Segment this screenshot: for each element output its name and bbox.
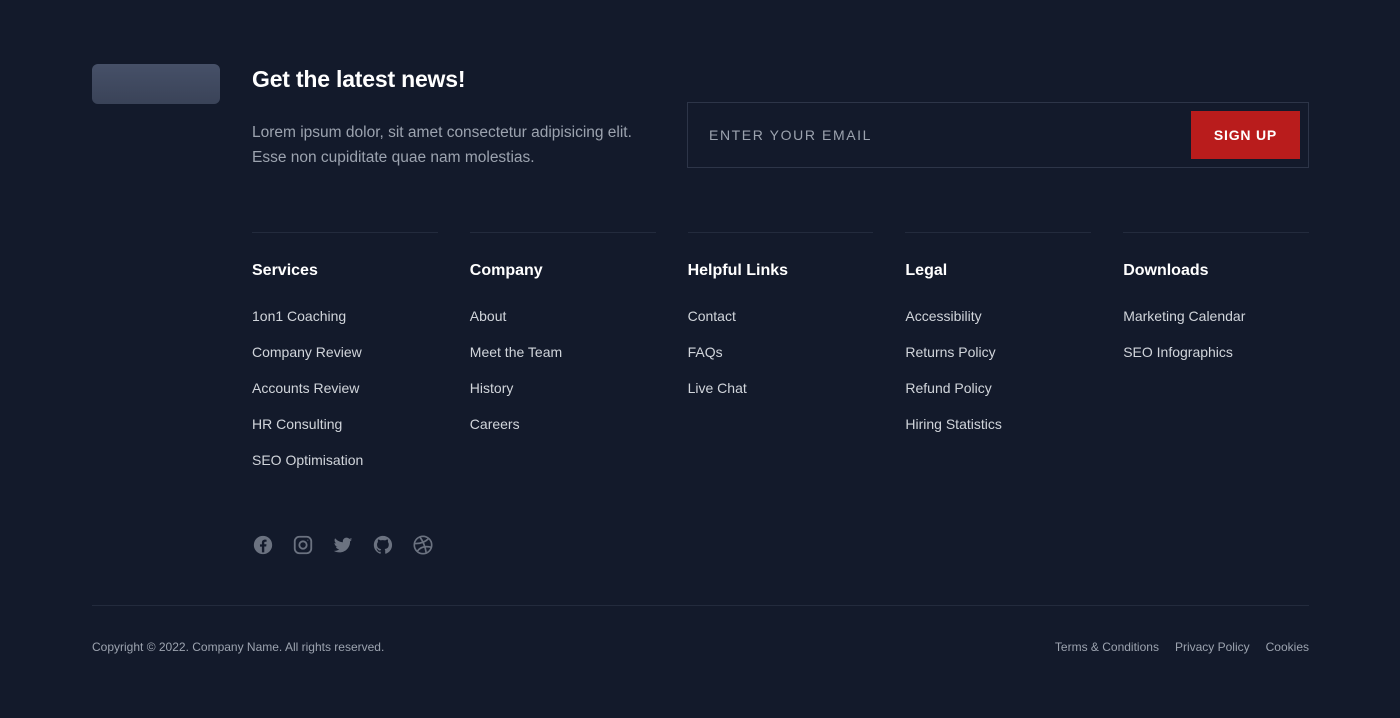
- list-item: SEO Optimisation: [252, 451, 438, 487]
- footer-column-legal: Legal Accessibility Returns Policy Refun…: [905, 232, 1092, 487]
- column-title: Downloads: [1123, 262, 1209, 279]
- footer-column-company: Company About Meet the Team History Care…: [469, 232, 656, 487]
- column-title: Legal: [905, 262, 948, 279]
- footer-link[interactable]: SEO Optimisation: [252, 452, 363, 468]
- footer-link[interactable]: Meet the Team: [470, 344, 562, 360]
- instagram-icon[interactable]: [292, 534, 314, 556]
- list-item: Hiring Statistics: [905, 415, 1091, 451]
- list-item: FAQs: [688, 343, 874, 379]
- list-item: History: [470, 379, 656, 415]
- dribbble-icon[interactable]: [412, 534, 434, 556]
- list-item: Returns Policy: [905, 343, 1091, 379]
- footer-link[interactable]: Refund Policy: [905, 380, 991, 396]
- newsletter-form: SIGN UP: [687, 102, 1309, 168]
- list-item: Meet the Team: [470, 343, 656, 379]
- column-title: Helpful Links: [687, 262, 789, 279]
- footer-link[interactable]: About: [470, 308, 507, 324]
- link-list: 1on1 Coaching Company Review Accounts Re…: [252, 307, 438, 487]
- email-input[interactable]: [688, 103, 1188, 167]
- github-icon[interactable]: [372, 534, 394, 556]
- newsletter-description: Lorem ipsum dolor, sit amet consectetur …: [252, 124, 632, 166]
- footer-link[interactable]: Marketing Calendar: [1123, 308, 1245, 324]
- terms-link[interactable]: Terms & Conditions: [1055, 640, 1159, 654]
- footer: Get the latest news! Lorem ipsum dolor, …: [0, 0, 1400, 718]
- footer-column-services: Services 1on1 Coaching Company Review Ac…: [252, 232, 438, 487]
- list-item: Accounts Review: [252, 379, 438, 415]
- link-list: Accessibility Returns Policy Refund Poli…: [905, 307, 1091, 451]
- social-links: [252, 534, 434, 556]
- list-item: Refund Policy: [905, 379, 1091, 415]
- link-list: Marketing Calendar SEO Infographics: [1123, 307, 1309, 379]
- column-title: Company: [469, 262, 543, 279]
- twitter-icon[interactable]: [332, 534, 354, 556]
- footer-link[interactable]: 1on1 Coaching: [252, 308, 346, 324]
- sign-up-button[interactable]: SIGN UP: [1191, 111, 1300, 159]
- list-item: HR Consulting: [252, 415, 438, 451]
- list-item: Accessibility: [905, 307, 1091, 343]
- link-list: Contact FAQs Live Chat: [688, 307, 874, 415]
- list-item: About: [470, 307, 656, 343]
- footer-link[interactable]: History: [470, 380, 514, 396]
- footer-link[interactable]: Returns Policy: [905, 344, 995, 360]
- list-item: SEO Infographics: [1123, 343, 1309, 379]
- copyright-text: Copyright © 2022. Company Name. All righ…: [92, 640, 385, 654]
- footer-columns: Services 1on1 Coaching Company Review Ac…: [252, 232, 1309, 487]
- footer-column-downloads: Downloads Marketing Calendar SEO Infogra…: [1123, 232, 1309, 487]
- facebook-icon[interactable]: [252, 534, 274, 556]
- footer-link[interactable]: Accessibility: [905, 308, 981, 324]
- footer-link[interactable]: Contact: [688, 308, 736, 324]
- footer-link[interactable]: FAQs: [688, 344, 723, 360]
- footer-link[interactable]: Live Chat: [688, 380, 747, 396]
- footer-link[interactable]: Hiring Statistics: [905, 416, 1001, 432]
- list-item: Marketing Calendar: [1123, 307, 1309, 343]
- privacy-policy-link[interactable]: Privacy Policy: [1175, 640, 1250, 654]
- legal-links: Terms & Conditions Privacy Policy Cookie…: [1055, 640, 1309, 654]
- list-item: Company Review: [252, 343, 438, 379]
- footer-link[interactable]: Careers: [470, 416, 520, 432]
- list-item: 1on1 Coaching: [252, 307, 438, 343]
- footer-link[interactable]: SEO Infographics: [1123, 344, 1233, 360]
- link-list: About Meet the Team History Careers: [470, 307, 656, 451]
- footer-link[interactable]: Accounts Review: [252, 380, 359, 396]
- cookies-link[interactable]: Cookies: [1266, 640, 1309, 654]
- list-item: Live Chat: [688, 379, 874, 415]
- logo[interactable]: [92, 64, 220, 104]
- newsletter-title: Get the latest news!: [252, 66, 466, 92]
- footer-link[interactable]: Company Review: [252, 344, 362, 360]
- footer-divider: [92, 605, 1309, 606]
- footer-column-helpful-links: Helpful Links Contact FAQs Live Chat: [687, 232, 874, 487]
- list-item: Careers: [470, 415, 656, 451]
- column-title: Services: [252, 262, 318, 279]
- list-item: Contact: [688, 307, 874, 343]
- footer-link[interactable]: HR Consulting: [252, 416, 342, 432]
